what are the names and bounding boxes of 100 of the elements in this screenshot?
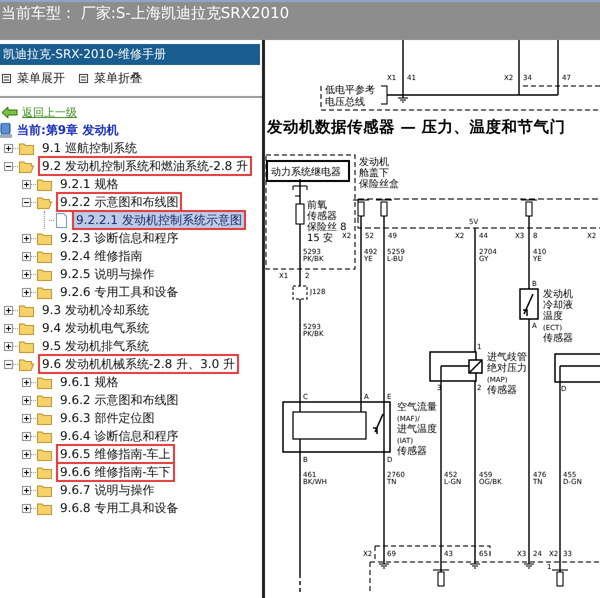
resistor-symbol — [520, 200, 538, 216]
expand-toggle[interactable] — [4, 324, 13, 332]
tree-item[interactable]: 9.6.5 维修指南-车上 — [56, 444, 175, 464]
expand-toggle[interactable] — [22, 396, 31, 404]
list-icon — [79, 74, 88, 83]
folder-icon — [37, 502, 52, 514]
tree-item[interactable]: 9.2.4 维修指南 — [56, 246, 146, 266]
diagram-label: 传感器 — [487, 385, 517, 396]
expand-toggle[interactable] — [4, 342, 13, 350]
tree-item[interactable]: 9.2.2.1 发动机控制系统示意图 — [72, 210, 246, 230]
tree-item[interactable]: 9.6.3 部件定位图 — [56, 408, 158, 428]
expand-toggle[interactable] — [22, 180, 31, 188]
tree-item[interactable]: 9.1 巡航控制系统 — [38, 138, 141, 158]
expand-toggle[interactable] — [22, 504, 31, 512]
expand-toggle[interactable] — [4, 162, 13, 170]
expand-toggle[interactable] — [22, 198, 31, 206]
resistor-symbol — [552, 570, 568, 586]
diagram-label: 15 安 — [307, 233, 333, 244]
menu-button[interactable]: 菜单展开 — [2, 70, 65, 87]
tree-item[interactable]: 9.6.7 说明与操作 — [56, 480, 158, 500]
diagram-label: 动力系统继电器 — [271, 167, 341, 178]
resistor-symbol — [432, 570, 450, 586]
open-folder-icon — [19, 358, 34, 370]
folder-icon — [37, 466, 52, 478]
diagram-label: 保险丝盒 — [359, 179, 399, 190]
wire — [299, 224, 301, 286]
open-folder-icon — [19, 160, 34, 172]
diagram-label: 低电平参考 — [325, 85, 375, 96]
tree-item[interactable]: 9.6.8 专用工具和设备 — [56, 498, 182, 518]
diagram-label: 进气温度 — [397, 424, 437, 435]
thermistor-icon — [372, 413, 384, 435]
folder-icon — [37, 394, 52, 406]
sensor-box — [554, 353, 600, 383]
diagram-label: 发动机 — [543, 289, 573, 300]
expand-toggle[interactable] — [22, 450, 31, 458]
diagram-label: 进气歧管 — [487, 352, 527, 363]
folder-icon — [37, 430, 52, 442]
tree-item[interactable]: 9.6 发动机机械系统-2.8 升、3.0 升 — [38, 354, 240, 374]
folder-icon — [19, 304, 34, 316]
folder-icon — [37, 484, 52, 496]
diagram-label: 冷却液 — [543, 300, 573, 311]
folder-icon — [19, 340, 34, 352]
list-icon — [2, 74, 11, 83]
expand-toggle[interactable] — [22, 270, 31, 278]
back-link[interactable]: 返回上一级 — [22, 105, 77, 120]
diagram-label: 温度 — [543, 311, 563, 322]
tree-item[interactable]: 9.6.4 诊断信息和程序 — [56, 426, 182, 446]
current-chapter: 当前:第9章 发动机 — [17, 122, 118, 139]
expand-toggle[interactable] — [22, 252, 31, 260]
menu-button[interactable]: 菜单折叠 — [79, 70, 142, 87]
diagram-label: 传感器 — [307, 211, 337, 222]
folder-icon — [37, 376, 52, 388]
tree-item[interactable]: 9.2.6 专用工具和设备 — [56, 282, 182, 302]
open-folder-icon — [37, 196, 52, 208]
resistor-symbol — [352, 200, 370, 216]
tree-item[interactable]: 9.3 发动机冷却系统 — [38, 300, 153, 320]
diagram-label: 前氧 — [307, 200, 327, 211]
folder-icon — [37, 268, 52, 280]
expand-toggle[interactable] — [22, 234, 31, 242]
folder-icon — [37, 286, 52, 298]
expand-toggle[interactable] — [22, 378, 31, 386]
expand-toggle[interactable] — [22, 414, 31, 422]
diagram-label: 舱盖下 — [359, 168, 389, 179]
tree-item[interactable]: 9.6.1 规格 — [56, 372, 122, 392]
expand-toggle[interactable] — [4, 360, 13, 368]
expand-toggle[interactable] — [22, 432, 31, 440]
tree-item[interactable]: 9.2.5 说明与操作 — [56, 264, 158, 284]
expand-toggle[interactable] — [4, 144, 13, 152]
ground-symbol — [398, 98, 408, 102]
folder-icon — [19, 142, 34, 154]
diagram-label: 电压总线 — [325, 97, 365, 108]
expand-toggle[interactable] — [22, 288, 31, 296]
folder-icon — [37, 232, 52, 244]
expand-toggle[interactable] — [22, 486, 31, 494]
folder-icon — [37, 250, 52, 262]
folder-icon — [37, 178, 52, 190]
resistor-symbol — [376, 200, 392, 216]
bracket-line — [380, 86, 388, 104]
expand-toggle[interactable] — [4, 306, 13, 314]
diagram-label: 空气流量 — [397, 402, 437, 413]
tree-item[interactable]: 9.5 发动机排气系统 — [38, 336, 153, 356]
diagram-label: 传感器 — [397, 446, 427, 457]
diagram-label: 发动机 — [359, 157, 389, 168]
tree-item[interactable]: 9.6.2 示意图和布线图 — [56, 390, 182, 410]
ground-symbol — [470, 564, 480, 568]
diagram-label: 传感器 — [543, 333, 573, 344]
diagram-label: 保险丝 8 — [307, 222, 347, 233]
diagram-heading: 发动机数据传感器 — 压力、温度和节气门 — [266, 116, 566, 138]
tree-item[interactable]: 9.4 发动机电气系统 — [38, 318, 153, 338]
ground-symbol — [524, 564, 534, 568]
tree-item[interactable]: 9.2.3 诊断信息和程序 — [56, 228, 182, 248]
expand-toggle[interactable] — [22, 468, 31, 476]
folder-icon — [19, 322, 34, 334]
folder-icon — [37, 448, 52, 460]
manual-title: 凯迪拉克-SRX-2010-维修手册 — [0, 44, 260, 65]
tree-item[interactable]: 9.2 发动机控制系统和燃油系统-2.8 升 — [38, 156, 252, 176]
window-title: 当前车型： 厂家:S-上海凯迪拉克SRX2010 — [0, 4, 290, 22]
tree-item[interactable]: 9.2.1 规格 — [56, 174, 122, 194]
tree-item[interactable]: 9.6.6 维修指南-车下 — [56, 462, 175, 482]
map-sensor-box — [429, 351, 477, 382]
